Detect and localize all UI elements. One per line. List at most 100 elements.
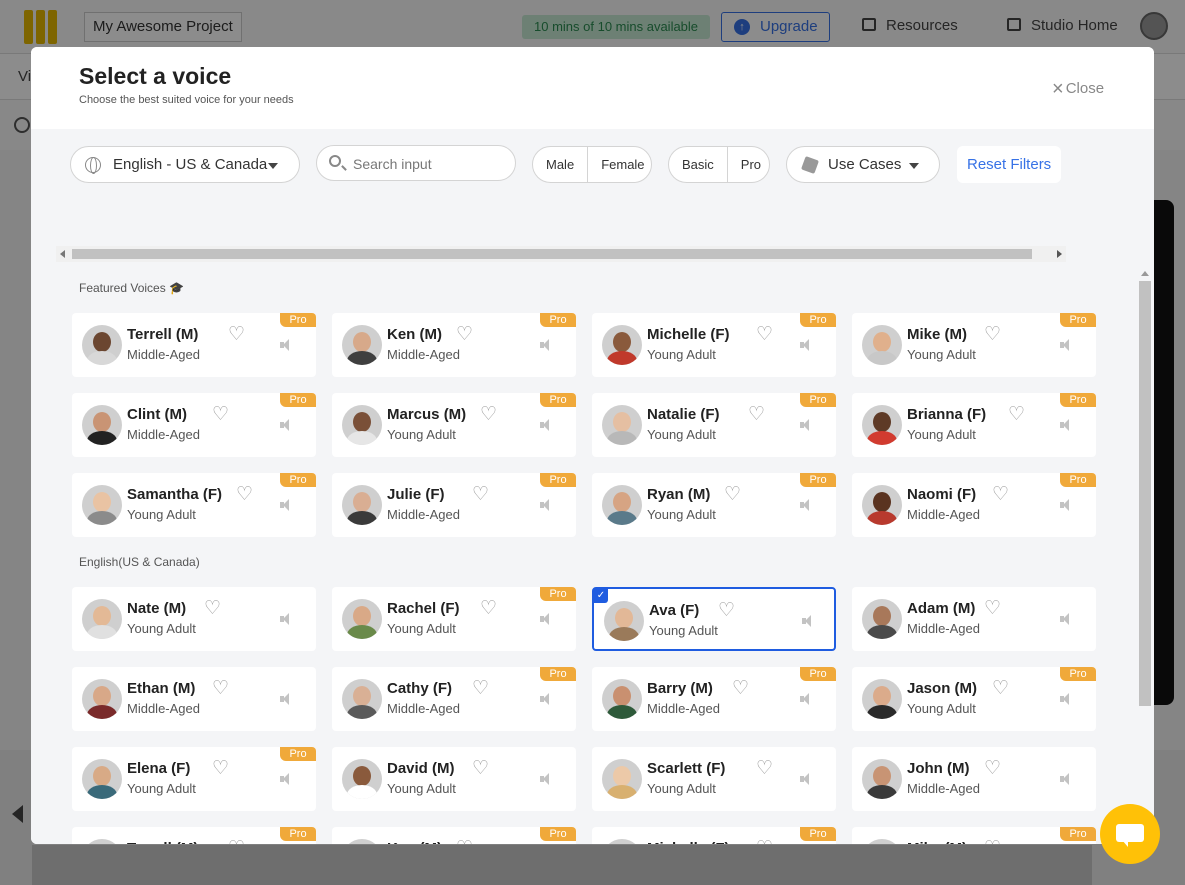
heart-icon[interactable]: ♡: [472, 679, 489, 699]
heart-icon[interactable]: ♡: [480, 405, 497, 425]
speaker-icon[interactable]: [280, 773, 294, 785]
heart-icon[interactable]: ♡: [724, 485, 741, 505]
voice-card[interactable]: Cathy (F) Middle-Aged ♡ Pro: [332, 667, 576, 731]
voice-card[interactable]: Michelle (F)Young Adult♡Pro: [592, 313, 836, 377]
heart-icon[interactable]: ♡: [212, 759, 229, 779]
heart-icon[interactable]: ♡: [732, 679, 749, 699]
voice-card[interactable]: Mike (M)Young Adult♡Pro: [852, 827, 1096, 844]
heart-icon[interactable]: ♡: [236, 485, 253, 505]
scroll-up-icon[interactable]: [1141, 271, 1149, 276]
voice-card[interactable]: Julie (F) Middle-Aged ♡ Pro: [332, 473, 576, 537]
speaker-icon[interactable]: [540, 339, 554, 351]
speaker-icon[interactable]: [540, 613, 554, 625]
scrollbar-thumb[interactable]: [72, 249, 1032, 259]
filters-horizontal-scrollbar[interactable]: [56, 246, 1066, 262]
speaker-icon[interactable]: [800, 693, 814, 705]
filter-pro[interactable]: Pro: [726, 147, 774, 182]
language-select[interactable]: English - US & Canada: [70, 146, 300, 183]
voice-list-scrollbar[interactable]: [1138, 267, 1152, 844]
speaker-icon[interactable]: [1060, 499, 1074, 511]
voice-card[interactable]: Naomi (F) Middle-Aged ♡ Pro: [852, 473, 1096, 537]
voice-card[interactable]: Mike (M)Young Adult♡Pro: [852, 313, 1096, 377]
speaker-icon[interactable]: [1060, 773, 1074, 785]
speaker-icon[interactable]: [540, 773, 554, 785]
voice-card[interactable]: Natalie (F) Young Adult ♡ Pro: [592, 393, 836, 457]
heart-icon[interactable]: ♡: [992, 679, 1009, 699]
voice-age: Middle-Aged: [387, 507, 460, 522]
filter-male[interactable]: Male: [533, 147, 587, 182]
heart-icon[interactable]: ♡: [228, 325, 245, 345]
heart-icon[interactable]: ♡: [756, 759, 773, 779]
reset-filters-button[interactable]: Reset Filters: [957, 146, 1062, 183]
close-button[interactable]: × Close: [1052, 78, 1104, 101]
speaker-icon[interactable]: [1060, 419, 1074, 431]
search-input[interactable]: [353, 153, 503, 175]
speaker-icon[interactable]: [540, 419, 554, 431]
chat-support-button[interactable]: [1100, 804, 1160, 864]
heart-icon[interactable]: ♡: [984, 839, 1001, 845]
voice-card[interactable]: Terrell (M)Middle-Aged♡Pro: [72, 313, 316, 377]
voice-card[interactable]: Brianna (F) Young Adult ♡ Pro: [852, 393, 1096, 457]
speaker-icon[interactable]: [802, 615, 816, 627]
scroll-right-icon[interactable]: [1057, 250, 1062, 258]
voice-card[interactable]: Ken (M)Middle-Aged♡Pro: [332, 313, 576, 377]
speaker-icon[interactable]: [280, 339, 294, 351]
voice-card[interactable]: John (M) Middle-Aged ♡: [852, 747, 1096, 811]
voice-card[interactable]: Ava (F) Young Adult ♡ ✓: [592, 587, 836, 651]
speaker-icon[interactable]: [1060, 613, 1074, 625]
heart-icon[interactable]: ♡: [228, 839, 245, 845]
speaker-icon[interactable]: [1060, 693, 1074, 705]
speaker-icon[interactable]: [800, 419, 814, 431]
speaker-icon[interactable]: [540, 499, 554, 511]
filter-basic[interactable]: Basic: [669, 147, 727, 182]
heart-icon[interactable]: ♡: [756, 839, 773, 845]
voice-card[interactable]: Michelle (F)Young Adult♡Pro: [592, 827, 836, 844]
voice-card[interactable]: Ryan (M) Young Adult ♡ Pro: [592, 473, 836, 537]
voice-card[interactable]: Ethan (M) Middle-Aged ♡: [72, 667, 316, 731]
voice-card[interactable]: Terrell (M)Middle-Aged♡Pro: [72, 827, 316, 844]
heart-icon[interactable]: ♡: [984, 325, 1001, 345]
heart-icon[interactable]: ♡: [984, 599, 1001, 619]
voice-card[interactable]: Nate (M) Young Adult ♡: [72, 587, 316, 651]
voice-card[interactable]: David (M) Young Adult ♡: [332, 747, 576, 811]
voice-card[interactable]: Barry (M) Middle-Aged ♡ Pro: [592, 667, 836, 731]
heart-icon[interactable]: ♡: [718, 601, 735, 621]
voice-card[interactable]: Elena (F) Young Adult ♡ Pro: [72, 747, 316, 811]
speaker-icon[interactable]: [280, 419, 294, 431]
heart-icon[interactable]: ♡: [212, 405, 229, 425]
heart-icon[interactable]: ♡: [480, 599, 497, 619]
speaker-icon[interactable]: [800, 773, 814, 785]
heart-icon[interactable]: ♡: [212, 679, 229, 699]
scroll-left-icon[interactable]: [60, 250, 65, 258]
voice-card[interactable]: Clint (M) Middle-Aged ♡ Pro: [72, 393, 316, 457]
voice-card[interactable]: Marcus (M) Young Adult ♡ Pro: [332, 393, 576, 457]
speaker-icon[interactable]: [800, 339, 814, 351]
heart-icon[interactable]: ♡: [204, 599, 221, 619]
heart-icon[interactable]: ♡: [756, 325, 773, 345]
speaker-icon[interactable]: [540, 693, 554, 705]
speaker-icon[interactable]: [800, 499, 814, 511]
voice-name: Julie (F): [387, 486, 445, 503]
search-field[interactable]: [316, 145, 516, 181]
heart-icon[interactable]: ♡: [1008, 405, 1025, 425]
heart-icon[interactable]: ♡: [992, 485, 1009, 505]
speaker-icon[interactable]: [280, 693, 294, 705]
voice-card[interactable]: Rachel (F) Young Adult ♡ Pro: [332, 587, 576, 651]
heart-icon[interactable]: ♡: [456, 325, 473, 345]
speaker-icon[interactable]: [280, 499, 294, 511]
speaker-icon[interactable]: [280, 613, 294, 625]
use-cases-select[interactable]: Use Cases: [786, 146, 940, 183]
voice-card[interactable]: Adam (M) Middle-Aged ♡: [852, 587, 1096, 651]
heart-icon[interactable]: ♡: [472, 485, 489, 505]
voice-card[interactable]: Samantha (F) Young Adult ♡ Pro: [72, 473, 316, 537]
filter-female[interactable]: Female: [587, 147, 657, 182]
voice-card[interactable]: Scarlett (F) Young Adult ♡: [592, 747, 836, 811]
heart-icon[interactable]: ♡: [984, 759, 1001, 779]
voice-card[interactable]: Jason (M) Young Adult ♡ Pro: [852, 667, 1096, 731]
heart-icon[interactable]: ♡: [456, 839, 473, 845]
heart-icon[interactable]: ♡: [748, 405, 765, 425]
scrollbar-thumb[interactable]: [1139, 281, 1151, 706]
speaker-icon[interactable]: [1060, 339, 1074, 351]
heart-icon[interactable]: ♡: [472, 759, 489, 779]
voice-card[interactable]: Ken (M)Middle-Aged♡Pro: [332, 827, 576, 844]
